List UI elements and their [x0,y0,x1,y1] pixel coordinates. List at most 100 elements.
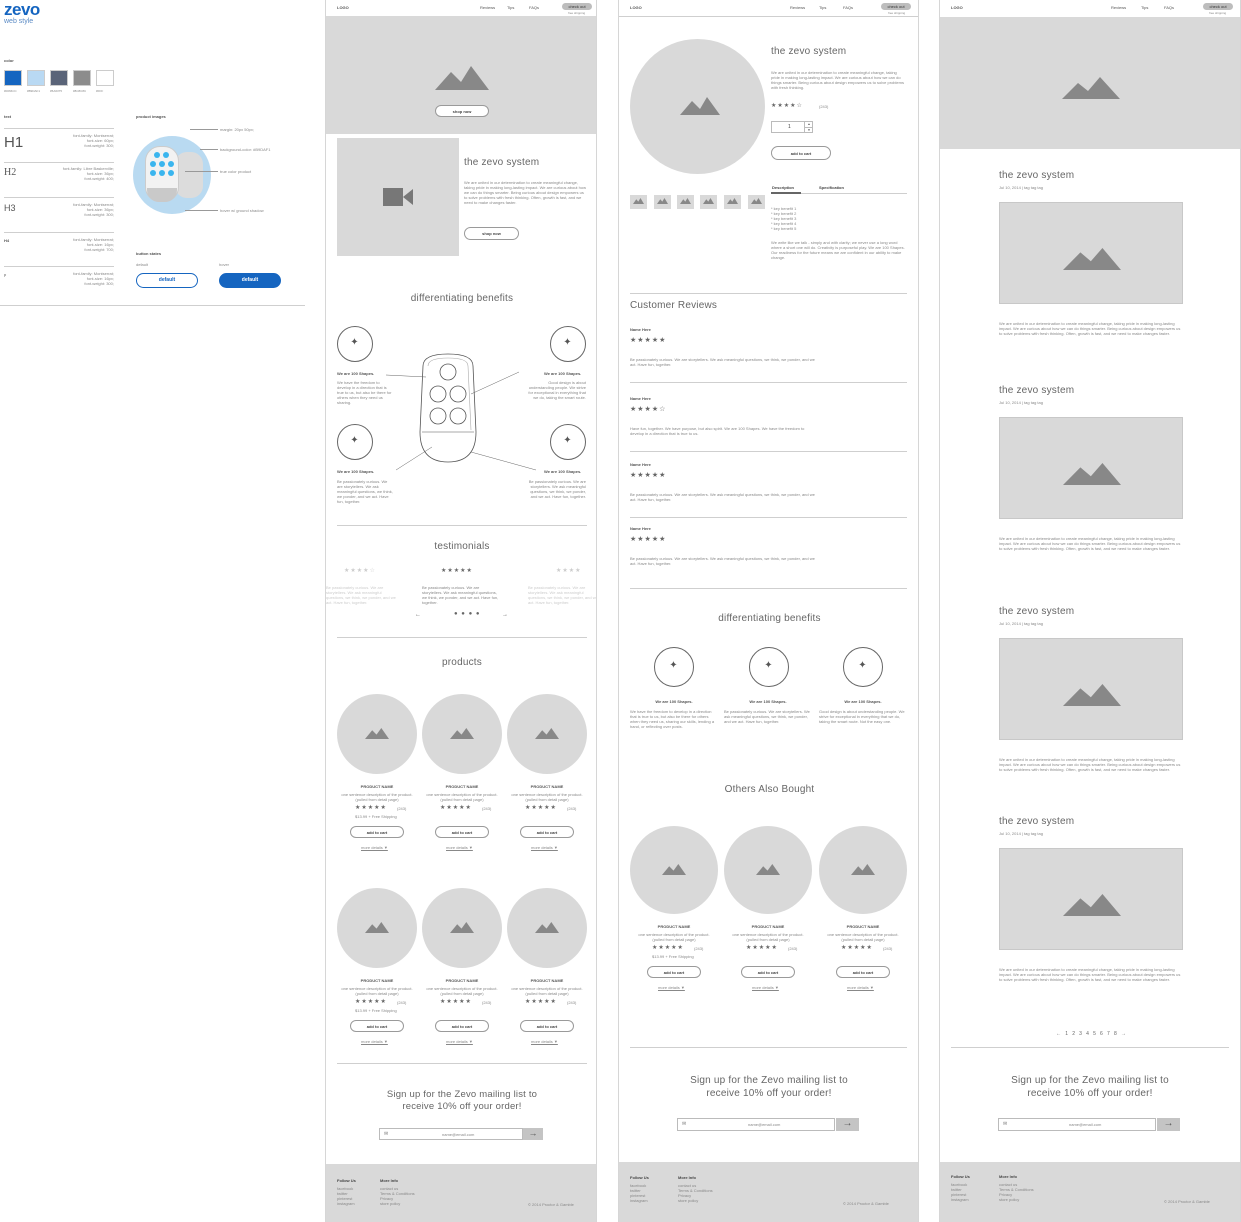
home-email-submit[interactable]: → [523,1128,543,1140]
product-image[interactable] [507,888,587,968]
post-title[interactable]: the zevo system [999,170,1074,181]
nav-tips[interactable]: Tips [507,5,514,10]
product-card[interactable]: PRODUCT NAME one sentence description of … [724,826,812,996]
footer-more-links[interactable]: contact us Terms & Conditions Privacy store… [678,1183,713,1203]
page-link[interactable]: 4 [1086,1031,1089,1037]
add-to-cart-button[interactable]: add to cart [435,826,489,838]
post-title[interactable]: the zevo system [999,385,1074,396]
post-image[interactable] [999,417,1183,519]
product-card[interactable]: PRODUCT NAME one sentence description of … [337,694,417,864]
footer-more-links[interactable]: contact us Terms & Conditions Privacy store… [380,1186,415,1206]
tab-specification[interactable]: Specification [819,185,844,190]
add-to-cart-button[interactable]: add to cart [647,966,701,978]
footer-follow-links[interactable]: facebook twitter pinterest instagram [951,1182,969,1202]
checkout-button[interactable]: check out [1203,3,1233,10]
detail-email-submit[interactable]: → [836,1118,859,1131]
product-thumbnail[interactable] [748,195,765,209]
checkout-button[interactable]: check out [881,3,911,10]
add-to-cart-button[interactable]: add to cart [350,1020,404,1032]
product-card[interactable]: PRODUCT NAME one sentence description of … [630,826,718,996]
home-email-field[interactable]: ✉ name@email.com [379,1128,523,1140]
product-card[interactable]: PRODUCT NAME one sentence description of … [337,888,417,1058]
nav-logo[interactable]: LOGO [630,5,642,10]
nav-reviews[interactable]: Reviews [1111,5,1126,10]
page-link[interactable]: 6 [1100,1031,1103,1037]
blog-pagination[interactable]: ← 1 2 3 4 5 6 7 8 → [940,1031,1240,1037]
product-image[interactable] [630,826,718,914]
more-details-link[interactable]: more details ▼ [361,845,388,850]
product-thumbnail[interactable] [630,195,647,209]
page-link[interactable]: 5 [1093,1031,1096,1037]
nav-reviews[interactable]: Reviews [790,5,805,10]
more-details-link[interactable]: more details ▼ [446,845,473,850]
hero-shop-now-button[interactable]: shop now [435,105,489,117]
testimonial-next-arrow[interactable]: → [502,612,508,618]
system-shop-now-button[interactable]: shop now [464,227,519,240]
more-details-link[interactable]: more details ▼ [446,1039,473,1044]
post-title[interactable]: the zevo system [999,816,1074,827]
page-prev-arrow[interactable]: ← [1056,1031,1061,1037]
blog-email-field[interactable]: ✉ name@email.com [998,1118,1156,1131]
post-title[interactable]: the zevo system [999,606,1074,617]
nav-tips[interactable]: Tips [819,5,826,10]
footer-follow-links[interactable]: facebook twitter pinterest instagram [630,1183,648,1203]
page-link[interactable]: 3 [1079,1031,1082,1037]
footer-more-links[interactable]: contact us Terms & Conditions Privacy store… [999,1182,1034,1202]
more-details-link[interactable]: more details ▼ [847,985,874,990]
add-to-cart-button[interactable]: add to cart [435,1020,489,1032]
product-card[interactable]: PRODUCT NAME one sentence description of … [422,694,502,864]
post-image[interactable] [999,202,1183,304]
add-to-cart-button[interactable]: add to cart [350,826,404,838]
button-default-state[interactable]: default [136,273,198,288]
product-card[interactable]: PRODUCT NAME one sentence description of … [819,826,907,996]
product-card[interactable]: PRODUCT NAME one sentence description of … [422,888,502,1058]
post-image[interactable] [999,638,1183,740]
product-image[interactable] [337,694,417,774]
detail-email-field[interactable]: ✉ name@email.com [677,1118,835,1131]
testimonial-prev-arrow[interactable]: ← [415,612,421,618]
nav-reviews[interactable]: Reviews [480,5,495,10]
more-details-link[interactable]: more details ▼ [361,1039,388,1044]
post-image[interactable] [999,848,1183,950]
page-link[interactable]: 1 [1065,1031,1068,1037]
footer-follow-links[interactable]: facebook twitter pinterest instagram [337,1186,355,1206]
page-next-arrow[interactable]: → [1121,1031,1126,1037]
checkout-button[interactable]: check out [562,3,592,10]
add-to-cart-button[interactable]: add to cart [520,826,574,838]
product-image[interactable] [422,888,502,968]
product-image[interactable] [507,694,587,774]
product-image[interactable] [422,694,502,774]
add-to-cart-button[interactable]: add to cart [741,966,795,978]
button-hover-state[interactable]: default [219,273,281,288]
qty-decrement[interactable]: ▼ [804,127,813,133]
product-card[interactable]: PRODUCT NAME one sentence description of … [507,694,587,864]
more-details-link[interactable]: more details ▼ [752,985,779,990]
add-to-cart-button[interactable]: add to cart [520,1020,574,1032]
more-details-link[interactable]: more details ▼ [658,985,685,990]
tab-description[interactable]: Description [772,185,794,190]
blog-email-submit[interactable]: → [1157,1118,1180,1131]
page-link[interactable]: 2 [1072,1031,1075,1037]
page-link[interactable]: 7 [1107,1031,1110,1037]
product-thumbnail[interactable] [677,195,694,209]
product-thumbnail[interactable] [724,195,741,209]
nav-logo[interactable]: LOGO [337,5,349,10]
nav-faqs[interactable]: FAQs [843,5,853,10]
detail-add-to-cart[interactable]: add to cart [771,146,831,160]
product-thumbnail[interactable] [654,195,671,209]
nav-faqs[interactable]: FAQs [529,5,539,10]
nav-faqs[interactable]: FAQs [1164,5,1174,10]
product-image[interactable] [337,888,417,968]
testimonial-dots[interactable]: ● ● ● ● [454,611,481,617]
product-card[interactable]: PRODUCT NAME one sentence description of … [507,888,587,1058]
add-to-cart-button[interactable]: add to cart [836,966,890,978]
nav-logo[interactable]: LOGO [951,5,963,10]
product-thumbnail[interactable] [700,195,717,209]
page-link[interactable]: 8 [1114,1031,1117,1037]
nav-tips[interactable]: Tips [1141,5,1148,10]
more-details-link[interactable]: more details ▼ [531,845,558,850]
product-image[interactable] [819,826,907,914]
product-image[interactable] [724,826,812,914]
quantity-stepper[interactable]: 1 ▲ ▼ [771,121,813,133]
more-details-link[interactable]: more details ▼ [531,1039,558,1044]
